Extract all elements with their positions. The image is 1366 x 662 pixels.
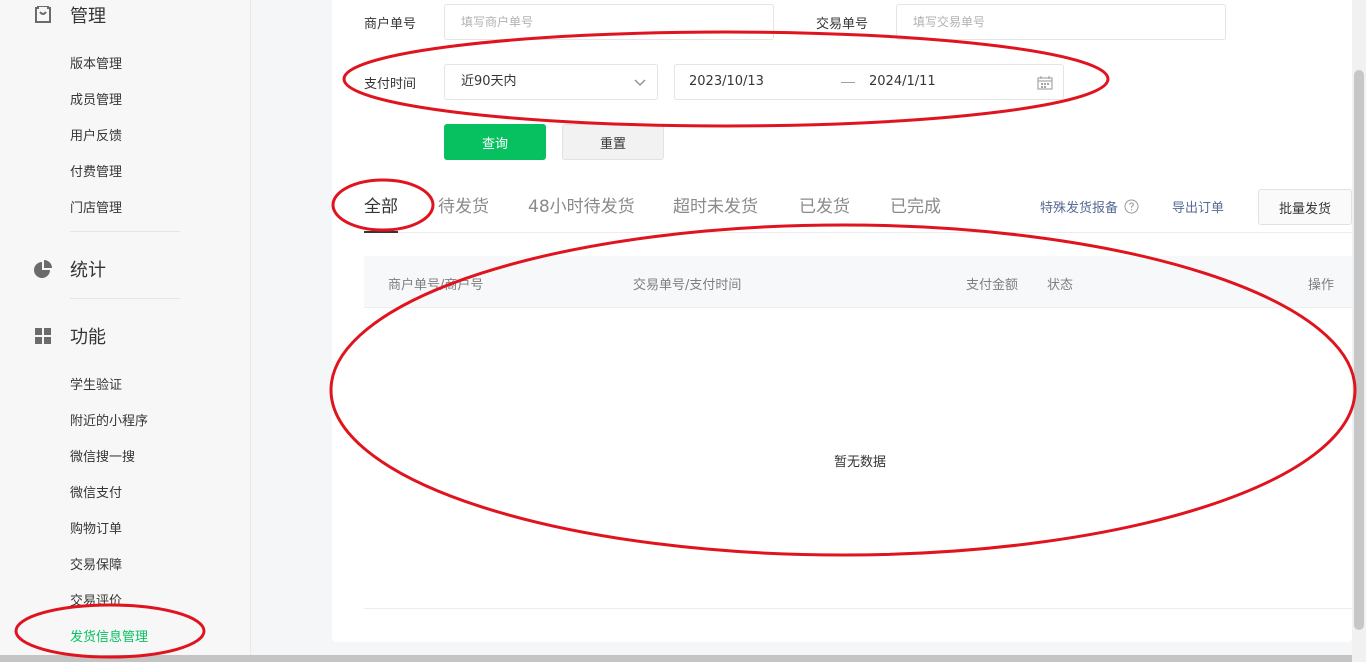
calendar-icon: [1037, 76, 1053, 90]
sidebar-item-members[interactable]: 成员管理: [70, 89, 122, 108]
sidebar-item-feedback[interactable]: 用户反馈: [70, 125, 122, 144]
sidebar-item-payment-manage[interactable]: 付费管理: [70, 161, 122, 180]
pay-time-range-select[interactable]: 近90天内: [444, 64, 658, 100]
tab-48h-pending[interactable]: 48小时待发货: [528, 192, 635, 217]
sidebar-item-trade-guarantee[interactable]: 交易保障: [70, 554, 122, 573]
sidebar-item-shopping-orders[interactable]: 购物订单: [70, 518, 122, 537]
sidebar-section-title: 统计: [70, 260, 106, 281]
sidebar-divider: [70, 298, 180, 299]
date-end: 2024/1/11: [869, 74, 936, 89]
tab-shipped[interactable]: 已发货: [799, 192, 850, 217]
sidebar-section-manage[interactable]: 管理: [34, 2, 106, 28]
sidebar-item-student-verify[interactable]: 学生验证: [70, 374, 122, 393]
tab-completed[interactable]: 已完成: [890, 192, 941, 217]
pay-time-range-value: 近90天内: [461, 74, 517, 89]
pay-time-label: 支付时间: [364, 77, 417, 92]
reset-button[interactable]: 重置: [562, 124, 664, 160]
empty-state-text: 暂无数据: [834, 455, 887, 470]
order-panel: 商户单号 交易单号 支付时间 近90天内 2023/10/13 2024/1/1…: [332, 0, 1352, 642]
vertical-scrollbar-thumb[interactable]: [1354, 70, 1364, 630]
sidebar-item-version[interactable]: 版本管理: [70, 53, 122, 72]
active-tab-indicator: [364, 231, 398, 233]
help-icon[interactable]: [1124, 199, 1139, 214]
col-actions: 操作: [1308, 278, 1335, 293]
merchant-no-label: 商户单号: [364, 17, 417, 32]
date-start: 2023/10/13: [689, 74, 764, 89]
special-shipping-report-link[interactable]: 特殊发货报备: [1040, 197, 1139, 216]
col-merchant-no: 商户单号/商户号: [388, 278, 484, 293]
store-icon: [35, 6, 51, 23]
pie-chart-icon: [34, 260, 52, 278]
sidebar-item-stores[interactable]: 门店管理: [70, 197, 122, 216]
merchant-no-input[interactable]: [444, 4, 774, 40]
date-separator: [841, 82, 855, 83]
col-amount: 支付金额: [966, 278, 1019, 293]
sidebar-item-wechat-pay[interactable]: 微信支付: [70, 482, 122, 501]
batch-ship-button[interactable]: 批量发货: [1258, 189, 1352, 225]
sidebar-item-shipping-info[interactable]: 发货信息管理: [70, 626, 148, 645]
export-orders-link[interactable]: 导出订单: [1172, 197, 1224, 216]
sidebar-item-trade-review[interactable]: 交易评价: [70, 590, 122, 609]
tabs-divider: [364, 232, 1352, 233]
date-range-picker[interactable]: 2023/10/13 2024/1/11: [674, 64, 1064, 100]
chevron-down-icon: [634, 79, 646, 86]
grid-icon: [35, 328, 51, 344]
col-trade-no: 交易单号/支付时间: [633, 278, 742, 293]
sidebar-item-nearby[interactable]: 附近的小程序: [70, 410, 148, 429]
trade-no-label: 交易单号: [816, 17, 869, 32]
sidebar-section-title: 功能: [70, 327, 106, 348]
sidebar-divider: [70, 231, 180, 232]
col-status: 状态: [1047, 278, 1074, 293]
query-button[interactable]: 查询: [444, 124, 546, 160]
tab-pending[interactable]: 待发货: [438, 192, 489, 217]
trade-no-input[interactable]: [896, 4, 1226, 40]
special-shipping-report-label: 特殊发货报备: [1040, 201, 1119, 216]
sidebar: 管理 版本管理 成员管理 用户反馈 付费管理 门店管理 统计 功能 学生验证 附…: [0, 0, 251, 655]
horizontal-scrollbar[interactable]: [0, 655, 1352, 662]
sidebar-section-stats[interactable]: 统计: [34, 256, 106, 282]
tab-overdue[interactable]: 超时未发货: [673, 192, 758, 217]
sidebar-section-title: 管理: [70, 6, 106, 27]
table-bottom-divider: [364, 608, 1352, 609]
sidebar-item-search[interactable]: 微信搜一搜: [70, 446, 135, 465]
sidebar-section-features[interactable]: 功能: [34, 323, 106, 349]
tab-all[interactable]: 全部: [364, 192, 398, 217]
table-header: 商户单号/商户号 交易单号/支付时间 支付金额 状态 操作: [364, 256, 1352, 308]
